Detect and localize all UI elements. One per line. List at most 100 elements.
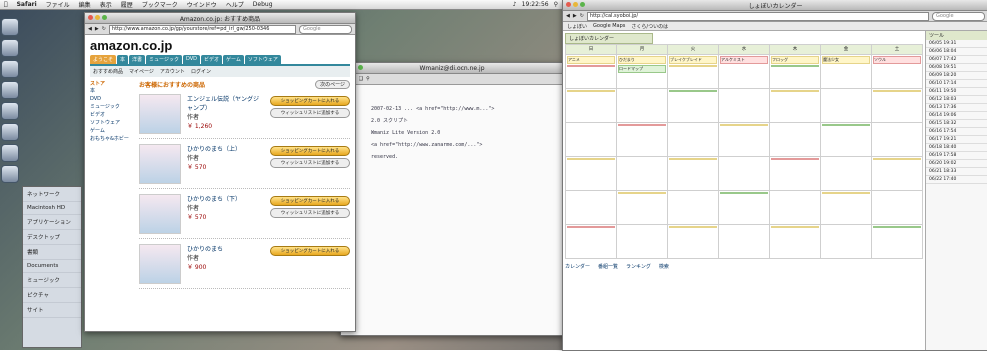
tab-software[interactable]: ソフトウェア: [244, 55, 281, 64]
close-icon[interactable]: [566, 2, 571, 7]
spotlight-icon[interactable]: ⚲: [554, 1, 558, 8]
menu-item-help[interactable]: ヘルプ: [226, 0, 244, 9]
forward-icon[interactable]: ▶: [573, 13, 577, 19]
sidebar-item-music[interactable]: ミュージック: [23, 273, 81, 288]
product-title[interactable]: エンジェル伝説（ヤングジャンプ）: [187, 94, 264, 112]
right-panel-row[interactable]: 06/13 17:36: [926, 104, 987, 112]
calendar-event[interactable]: [669, 65, 717, 67]
right-panel-row[interactable]: 06/06 18:04: [926, 48, 987, 56]
right-panel-row[interactable]: 06/15 18:32: [926, 120, 987, 128]
calendar-event[interactable]: [771, 65, 819, 67]
right-panel-row[interactable]: 06/05 19:31: [926, 40, 987, 48]
safari-dock-icon[interactable]: [1, 39, 19, 57]
address-bar[interactable]: http://www.amazon.co.jp/gp/yourstore/ref…: [108, 24, 296, 34]
forward-icon[interactable]: ▶: [95, 26, 99, 32]
system-prefs-dock-icon[interactable]: [1, 165, 19, 183]
back-icon[interactable]: ◀: [566, 13, 570, 19]
calendar-event[interactable]: [669, 158, 717, 160]
tab-welcome[interactable]: ようこそ: [90, 55, 117, 64]
right-panel-row[interactable]: 06/21 18:33: [926, 168, 987, 176]
amazon-logo[interactable]: amazon.co.jp: [90, 38, 350, 53]
menu-item-edit[interactable]: 編集: [79, 0, 91, 9]
menu-item-bookmarks[interactable]: ブックマーク: [142, 0, 178, 9]
add-to-cart-button[interactable]: ショッピングカートに入れる: [270, 146, 350, 156]
reload-icon[interactable]: ↻: [580, 13, 584, 19]
calendar-event[interactable]: [720, 192, 768, 194]
product-title[interactable]: ひかりのまち（上）: [187, 144, 264, 153]
right-panel-row[interactable]: 06/07 17:42: [926, 56, 987, 64]
tab-books[interactable]: 本: [117, 55, 129, 64]
sidebar-item-network[interactable]: ネットワーク: [23, 187, 81, 202]
paste-icon[interactable]: ❑: [359, 76, 363, 82]
right-panel-row[interactable]: 06/11 19:50: [926, 88, 987, 96]
menu-item-file[interactable]: ファイル: [46, 0, 70, 9]
calendar-event[interactable]: [567, 65, 615, 67]
editor-text[interactable]: 2007-02-13 ... <a href="http://www.m..."…: [341, 85, 563, 167]
product-image[interactable]: [139, 244, 181, 284]
menu-item-safari[interactable]: Safari: [17, 1, 37, 8]
menu-clock[interactable]: 19:22:56: [522, 1, 549, 8]
calendar-event[interactable]: [822, 192, 870, 194]
zoom-icon[interactable]: [358, 65, 363, 70]
calendar-event[interactable]: [618, 192, 666, 194]
volume-icon[interactable]: ♪: [513, 1, 517, 8]
calendar-event[interactable]: [669, 226, 717, 228]
finder-dock-icon[interactable]: [1, 18, 19, 36]
calendar-event[interactable]: [873, 226, 921, 228]
back-icon[interactable]: ◀: [88, 26, 92, 32]
subnav-login[interactable]: ログイン: [191, 68, 211, 75]
calendar-event[interactable]: [771, 226, 819, 228]
menu-item-history[interactable]: 履歴: [121, 0, 133, 9]
product-title[interactable]: ひかりのまち（下）: [187, 194, 264, 203]
calendar-event[interactable]: [567, 158, 615, 160]
sidebar-link[interactable]: DVD: [90, 95, 134, 103]
calendar-event[interactable]: 魔法少女: [822, 56, 870, 64]
calendar-event[interactable]: [771, 90, 819, 92]
reload-icon[interactable]: ↻: [102, 26, 106, 32]
product-title[interactable]: ひかりのまち: [187, 244, 264, 253]
sidebar-link[interactable]: ビデオ: [90, 111, 134, 119]
mail-dock-icon[interactable]: [1, 60, 19, 78]
sidebar-link[interactable]: おもちゃ&ホビー: [90, 135, 134, 143]
search-input[interactable]: Google: [299, 24, 352, 34]
add-to-wishlist-button[interactable]: ウィッシュリストに追加する: [270, 158, 350, 168]
product-image[interactable]: [139, 94, 181, 134]
footer-link[interactable]: 検索: [659, 263, 669, 270]
textedit-dock-icon[interactable]: [1, 144, 19, 162]
sidebar-link[interactable]: ゲーム: [90, 127, 134, 135]
footer-link[interactable]: ランキング: [626, 263, 651, 270]
sidebar-item-macintosh-hd[interactable]: Macintosh HD: [23, 202, 81, 215]
calendar-event[interactable]: アニメ: [567, 56, 615, 64]
right-panel-row[interactable]: 06/12 18:03: [926, 96, 987, 104]
sidebar-link[interactable]: ミュージック: [90, 103, 134, 111]
tab-calendar[interactable]: しょぼいカレンダー: [565, 33, 653, 44]
footer-link[interactable]: 番組一覧: [598, 263, 618, 270]
right-panel-row[interactable]: 06/10 17:14: [926, 80, 987, 88]
tab-music[interactable]: ミュージック: [146, 55, 182, 64]
calendar-event[interactable]: [720, 124, 768, 126]
product-image[interactable]: [139, 144, 181, 184]
subnav-mypage[interactable]: マイページ: [129, 68, 154, 75]
calendar-event[interactable]: [822, 124, 870, 126]
search-input[interactable]: Google: [932, 11, 985, 21]
bookmark-link[interactable]: Google Maps: [593, 23, 625, 29]
minimize-icon[interactable]: [95, 15, 100, 20]
calendar-event[interactable]: [669, 90, 717, 92]
sidebar-item-desktop[interactable]: デスクトップ: [23, 230, 81, 245]
preview-dock-icon[interactable]: [1, 102, 19, 120]
calendar-event[interactable]: [618, 124, 666, 126]
calendar-event[interactable]: [873, 90, 921, 92]
calendar-event[interactable]: [567, 90, 615, 92]
calendar-event[interactable]: ソウル: [873, 56, 921, 64]
footer-link[interactable]: カレンダー: [565, 263, 590, 270]
sidebar-link[interactable]: ソフトウェア: [90, 119, 134, 127]
subnav-recommend[interactable]: おすすめ商品: [93, 68, 123, 75]
right-panel-row[interactable]: 06/08 19:51: [926, 64, 987, 72]
bookmark-link[interactable]: しょぼい: [567, 23, 587, 30]
right-panel-row[interactable]: 06/14 19:06: [926, 112, 987, 120]
add-to-cart-button[interactable]: ショッピングカートに入れる: [270, 96, 350, 106]
add-to-cart-button[interactable]: ショッピングカートに入れる: [270, 196, 350, 206]
bookmark-link[interactable]: さくら/ついのは: [631, 23, 668, 30]
minimize-icon[interactable]: [573, 2, 578, 7]
calendar-event[interactable]: フロッグ: [771, 56, 819, 64]
